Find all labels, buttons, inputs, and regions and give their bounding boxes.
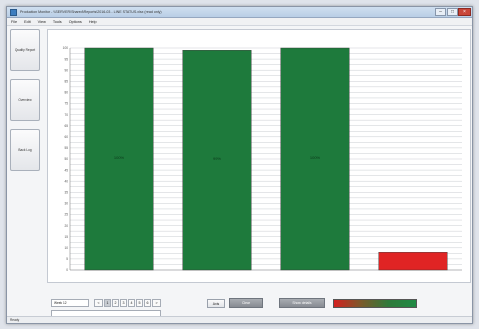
maximize-button[interactable]: □ (447, 8, 458, 16)
chart-panel: 0 5 10 15 20 25 30 35 40 45 50 55 60 65 70 75 80 85 90 95 10… (47, 29, 471, 283)
menu-options[interactable]: Options (69, 20, 82, 24)
pager-page-2[interactable]: 2 (112, 299, 119, 307)
sidebar: Quality Report Overview Back Log (10, 29, 40, 179)
bar-data-label: 99% (213, 156, 221, 161)
y-tick-label: 25 (64, 213, 68, 217)
y-tick-label: 85 (64, 80, 68, 84)
menu-edit[interactable]: Edit (24, 20, 31, 24)
filter-input[interactable]: Week 12 (51, 299, 89, 307)
pager-page-5[interactable]: 5 (136, 299, 143, 307)
pager-page-3[interactable]: 3 (120, 299, 127, 307)
app-window: Production Monitor - \\SERVER\Shared\Rep… (6, 6, 473, 324)
menu-help[interactable]: Help (89, 20, 97, 24)
status-bar: Ready (7, 316, 472, 323)
menu-view[interactable]: View (38, 20, 46, 24)
y-tick-label: 70 (64, 113, 68, 117)
app-icon (10, 9, 17, 16)
y-tick-label: 65 (64, 124, 68, 128)
axis-button[interactable]: Axis (207, 299, 225, 308)
y-tick-label: 10 (64, 246, 68, 250)
menu-bar: File Edit View Tools Options Help (7, 18, 472, 26)
pager-prev-button[interactable]: < (94, 299, 103, 307)
y-tick-label: 20 (64, 224, 68, 228)
y-tick-label: 80 (64, 91, 68, 95)
minimize-button[interactable]: – (435, 8, 446, 16)
pager-page-6[interactable]: 6 (144, 299, 151, 307)
bar-chart: 0 5 10 15 20 25 30 35 40 45 50 55 60 65 70 75 80 85 90 95 10… (63, 46, 462, 272)
menu-tools[interactable]: Tools (53, 20, 62, 24)
bar-data-label: 100% (114, 155, 125, 160)
y-tick-label: 75 (64, 102, 68, 106)
bar-data-label: 100% (310, 155, 321, 160)
status-gradient-scale (333, 299, 417, 308)
show-details-button[interactable]: Show details (279, 298, 325, 308)
y-tick-label: 95 (64, 57, 68, 61)
pager-page-1[interactable]: 1 (104, 299, 111, 307)
y-tick-label: 90 (64, 68, 68, 72)
y-tick-label: 40 (64, 179, 68, 183)
y-tick-label: 45 (64, 168, 68, 172)
y-tick-label: 100 (63, 46, 69, 50)
y-tick-label: 0 (66, 268, 68, 272)
sidebar-button-back-log[interactable]: Back Log (10, 129, 40, 171)
bar (378, 252, 448, 271)
y-tick-label: 50 (64, 157, 68, 161)
y-tick-label: 60 (64, 135, 68, 139)
y-tick-label: 35 (64, 191, 68, 195)
pager: < 1 2 3 4 5 6 > (94, 299, 162, 307)
status-text: Ready (10, 318, 20, 322)
sidebar-button-overview[interactable]: Overview (10, 79, 40, 121)
window-title: Production Monitor - \\SERVER\Shared\Rep… (20, 10, 162, 14)
sidebar-button-quality-report[interactable]: Quality Report (10, 29, 40, 71)
y-tick-label: 15 (64, 235, 68, 239)
y-tick-label: 55 (64, 146, 68, 150)
menu-file[interactable]: File (11, 20, 17, 24)
y-tick-label: 30 (64, 202, 68, 206)
clear-button[interactable]: Clear (229, 298, 263, 308)
close-button[interactable]: × (458, 8, 471, 16)
y-tick-label: 5 (66, 257, 68, 261)
pager-next-button[interactable]: > (152, 299, 161, 307)
pager-page-4[interactable]: 4 (128, 299, 135, 307)
title-bar: Production Monitor - \\SERVER\Shared\Rep… (7, 7, 472, 18)
